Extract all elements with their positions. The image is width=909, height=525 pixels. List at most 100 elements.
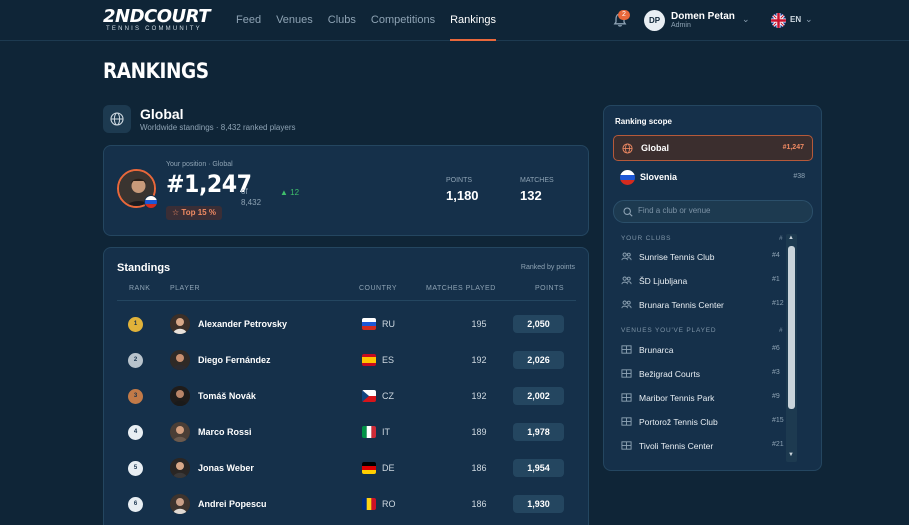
search-icon [623, 207, 633, 217]
column-header-rank: RANK [129, 285, 151, 292]
venue-item[interactable]: Brunarca #6 [621, 340, 786, 360]
venue-rank: #21 [772, 441, 784, 448]
points-label: POINTS [446, 177, 473, 184]
table-row[interactable]: 4 Marco Rossi IT 189 1,978 [104, 415, 590, 451]
player-name[interactable]: Marco Rossi [198, 427, 252, 437]
nav-feed[interactable]: Feed [236, 0, 261, 41]
points-pill: 2,026 [513, 351, 564, 369]
chevron-down-icon[interactable]: ⌄ [742, 14, 750, 25]
club-venue-search[interactable] [613, 200, 813, 223]
club-item[interactable]: Brunara Tennis Center #12 [621, 295, 786, 315]
points-pill: 1,930 [513, 495, 564, 513]
venue-name: Tivoli Tennis Center [639, 441, 714, 451]
rank-medal: 3 [128, 389, 143, 404]
club-item[interactable]: ŠD Ljubljana #1 [621, 271, 786, 291]
scope-option-global[interactable]: Global #1,247 [613, 135, 813, 161]
matches-played: 195 [471, 319, 487, 329]
venue-item[interactable]: Tivoli Tennis Center #21 [621, 436, 786, 456]
brand-name: 2NDCOURT [103, 6, 211, 27]
column-header-country: COUNTRY [359, 285, 397, 292]
scrollbar-thumb[interactable] [788, 246, 795, 409]
table-row[interactable]: 5 Jonas Weber DE 186 1,954 [104, 451, 590, 487]
player-name[interactable]: Tomáš Novák [198, 391, 256, 401]
venue-item[interactable]: Bežigrad Courts #3 [621, 364, 786, 384]
player-avatar [170, 350, 190, 370]
venue-item[interactable]: Portorož Tennis Club #15 [621, 412, 786, 432]
user-name[interactable]: Domen Petan [671, 11, 735, 22]
venue-rank: #15 [772, 417, 784, 424]
column-header-points: POINTS [535, 285, 565, 292]
chevron-down-icon[interactable]: ⌄ [805, 14, 813, 25]
nav-rankings[interactable]: Rankings [450, 0, 496, 41]
table-row[interactable]: 1 Alexander Petrovsky RU 195 2,050 [104, 307, 590, 343]
your-clubs-heading: YOUR CLUBS [621, 235, 672, 242]
club-rank: #12 [772, 300, 784, 307]
scroll-up-icon[interactable]: ▲ [788, 235, 794, 241]
rank-medal: 1 [128, 317, 143, 332]
venue-item[interactable]: Maribor Tennis Park #9 [621, 388, 786, 408]
venue-rank: #6 [772, 345, 780, 352]
player-name[interactable]: Alexander Petrovsky [198, 319, 287, 329]
rank-delta-value: 12 [290, 188, 300, 197]
user-avatar[interactable]: DP [644, 10, 665, 31]
player-name[interactable]: Diego Fernández [198, 355, 271, 365]
italy-flag-icon [362, 426, 376, 438]
player-avatar [170, 494, 190, 514]
venues-rank-hint: # [779, 327, 784, 334]
court-icon [621, 369, 632, 378]
arrow-up-icon: ▲ [280, 188, 288, 197]
venue-name: Portorož Tennis Club [639, 417, 718, 427]
player-name[interactable]: Jonas Weber [198, 463, 254, 473]
venue-name: Maribor Tennis Park [639, 393, 715, 403]
club-item[interactable]: Sunrise Tennis Club #4 [621, 247, 786, 267]
search-input[interactable] [638, 206, 808, 215]
standings-title: Standings [117, 262, 171, 274]
nav-clubs[interactable]: Clubs [328, 0, 356, 41]
club-group-icon [621, 276, 632, 285]
germany-flag-icon [362, 462, 376, 474]
rank-total: of 8,432 [241, 186, 271, 208]
club-rank: #1 [772, 276, 780, 283]
court-icon [621, 417, 632, 426]
venues-heading: VENUES YOU'VE PLAYED [621, 327, 717, 334]
your-clubs-rank-hint: # [779, 235, 784, 242]
table-row[interactable]: 3 Tomáš Novák CZ 192 2,002 [104, 379, 590, 415]
scope-option-rank: #38 [793, 173, 805, 180]
court-icon [621, 441, 632, 450]
list-scrollbar[interactable]: ▲ ▼ [786, 234, 797, 462]
table-row[interactable]: 2 Diego Fernández ES 192 2,026 [104, 343, 590, 379]
points-pill: 2,002 [513, 387, 564, 405]
notification-count-badge: 2 [618, 10, 630, 20]
brand-logo[interactable]: 2NDCOURT TENNIS COMMUNITY [103, 6, 211, 33]
uk-flag-icon[interactable] [771, 13, 786, 28]
player-avatar [170, 314, 190, 334]
nav-venues[interactable]: Venues [276, 0, 313, 41]
nav-competitions[interactable]: Competitions [371, 0, 435, 41]
country-code: DE [382, 463, 395, 473]
scope-subtitle: Worldwide standings · 8,432 ranked playe… [140, 123, 296, 132]
scope-option-label: Global [641, 143, 670, 153]
court-icon [621, 393, 632, 402]
matches-played: 192 [471, 355, 487, 365]
main-nav: Feed Venues Clubs Competitions Rankings [236, 0, 511, 41]
player-avatar [170, 422, 190, 442]
page-title: RANKINGS [103, 59, 209, 83]
language-selector[interactable]: EN [790, 15, 801, 24]
country-code: IT [382, 427, 390, 437]
player-avatar [170, 386, 190, 406]
country-code: ES [382, 355, 395, 365]
scope-option-slovenia[interactable]: Slovenia #38 [613, 165, 813, 191]
club-group-icon [621, 252, 632, 261]
player-avatar [170, 458, 190, 478]
player-name[interactable]: Andrei Popescu [198, 499, 267, 509]
court-icon [621, 345, 632, 354]
rank-medal: 6 [128, 497, 143, 512]
club-rank: #4 [772, 252, 780, 259]
slovenia-flag-icon [620, 170, 635, 185]
venue-rank: #3 [772, 369, 780, 376]
column-header-player: PLAYER [170, 285, 201, 292]
points-value: 1,180 [446, 188, 479, 203]
table-row[interactable]: 6 Andrei Popescu RO 186 1,930 [104, 487, 590, 523]
russia-flag-icon [362, 318, 376, 330]
scroll-down-icon[interactable]: ▼ [788, 452, 794, 458]
